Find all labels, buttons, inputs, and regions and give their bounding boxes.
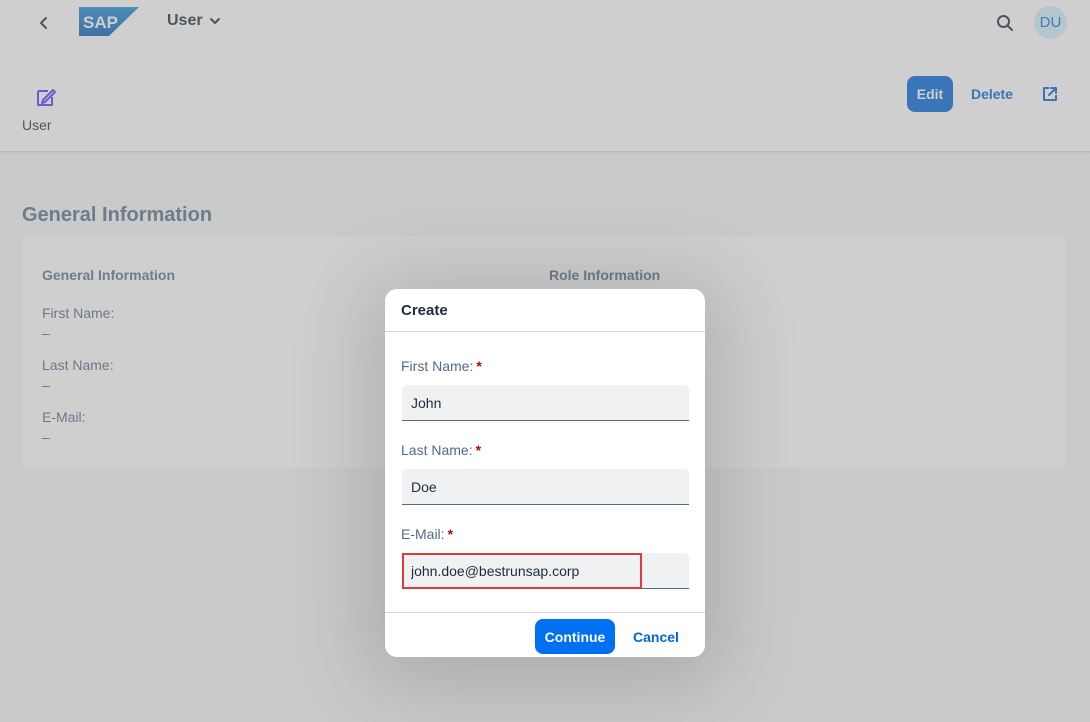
required-marker: * [447, 526, 454, 542]
dialog-last-name-label: Last Name: * [401, 442, 481, 458]
cancel-button[interactable]: Cancel [625, 619, 687, 654]
last-name-input[interactable] [402, 469, 689, 505]
required-marker: * [475, 442, 482, 458]
dialog-footer: Continue Cancel [385, 612, 705, 657]
dialog-first-name-label: First Name: * [401, 358, 482, 374]
dialog-last-name-label-text: Last Name: [401, 442, 473, 458]
dialog-first-name-label-text: First Name: [401, 358, 474, 374]
first-name-input[interactable] [402, 385, 689, 421]
dialog-email-label-text: E-Mail: [401, 526, 445, 542]
required-marker: * [476, 358, 482, 374]
create-dialog: Create First Name:* Last Name:* E-Mail:*… [385, 289, 705, 657]
email-input[interactable] [402, 553, 689, 589]
continue-button[interactable]: Continue [535, 619, 615, 654]
dialog-email-label: E-Mail: * [401, 526, 453, 542]
dialog-title: Create [385, 289, 705, 332]
